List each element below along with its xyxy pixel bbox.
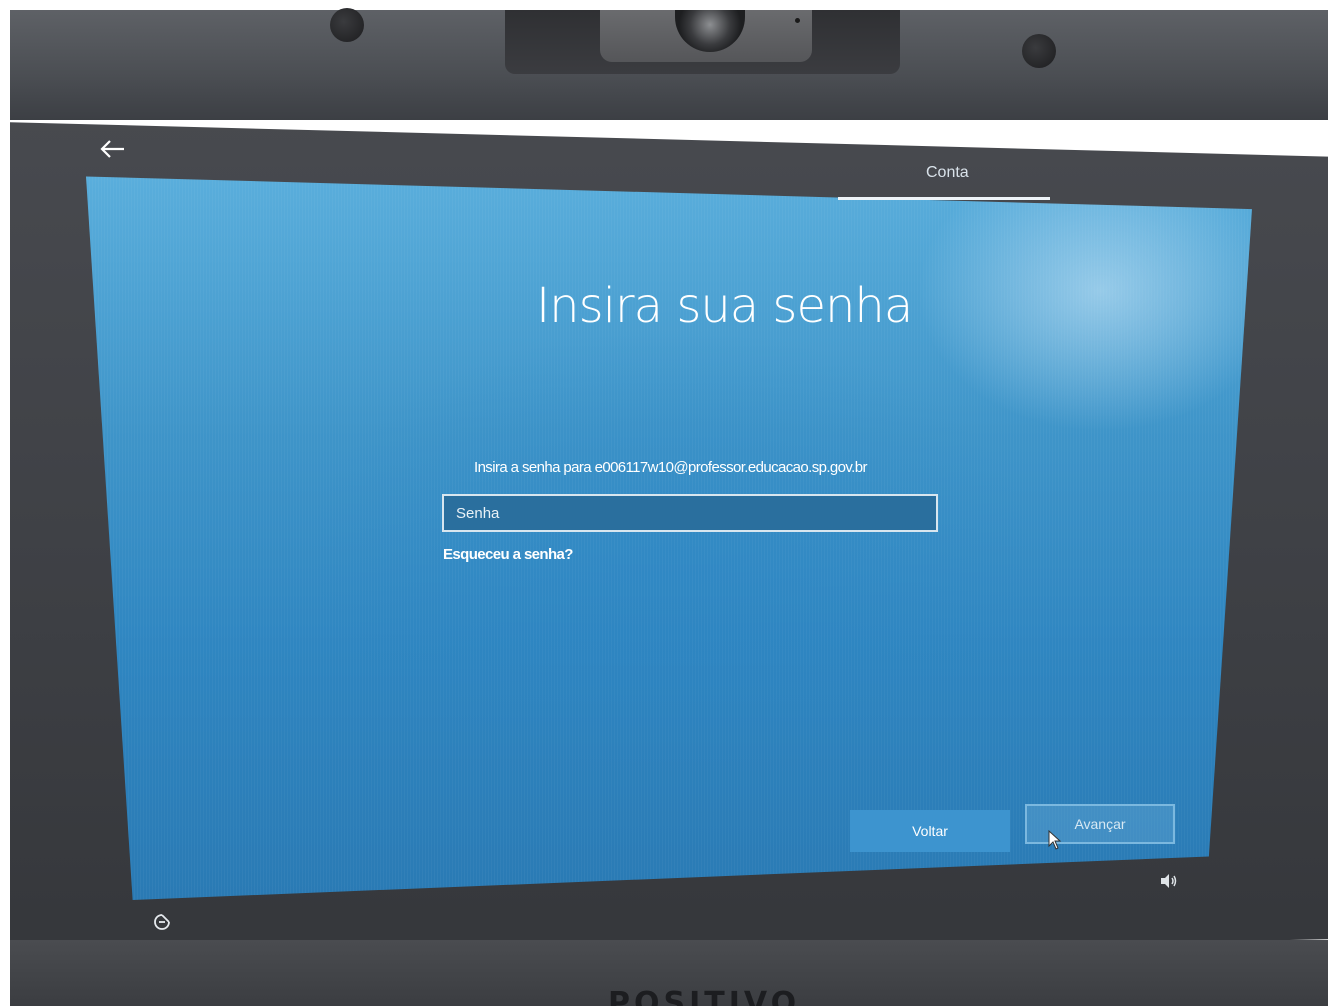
photo: POSITIVO Conta Insira sua senha Insira a…	[0, 0, 1328, 1006]
webcam-indicator	[795, 18, 800, 23]
page-title: Insira sua senha	[536, 278, 913, 334]
lid-bumper-left	[330, 8, 364, 42]
forgot-password-link[interactable]: Esqueceu a senha?	[443, 546, 573, 563]
back-button[interactable]: Voltar	[850, 810, 1010, 852]
tab-progress-underline	[838, 197, 1050, 200]
back-arrow-icon[interactable]	[98, 134, 128, 164]
brand-logo: POSITIVO	[608, 986, 801, 1006]
ease-of-access-icon[interactable]	[152, 912, 172, 932]
lid-bumper-right	[1022, 34, 1056, 68]
password-input[interactable]	[442, 494, 938, 532]
volume-icon[interactable]	[1160, 873, 1178, 889]
tab-conta: Conta	[926, 164, 969, 181]
mouse-cursor-icon	[1048, 830, 1062, 850]
password-instruction: Insira a senha para e006117w10@professor…	[474, 459, 867, 476]
